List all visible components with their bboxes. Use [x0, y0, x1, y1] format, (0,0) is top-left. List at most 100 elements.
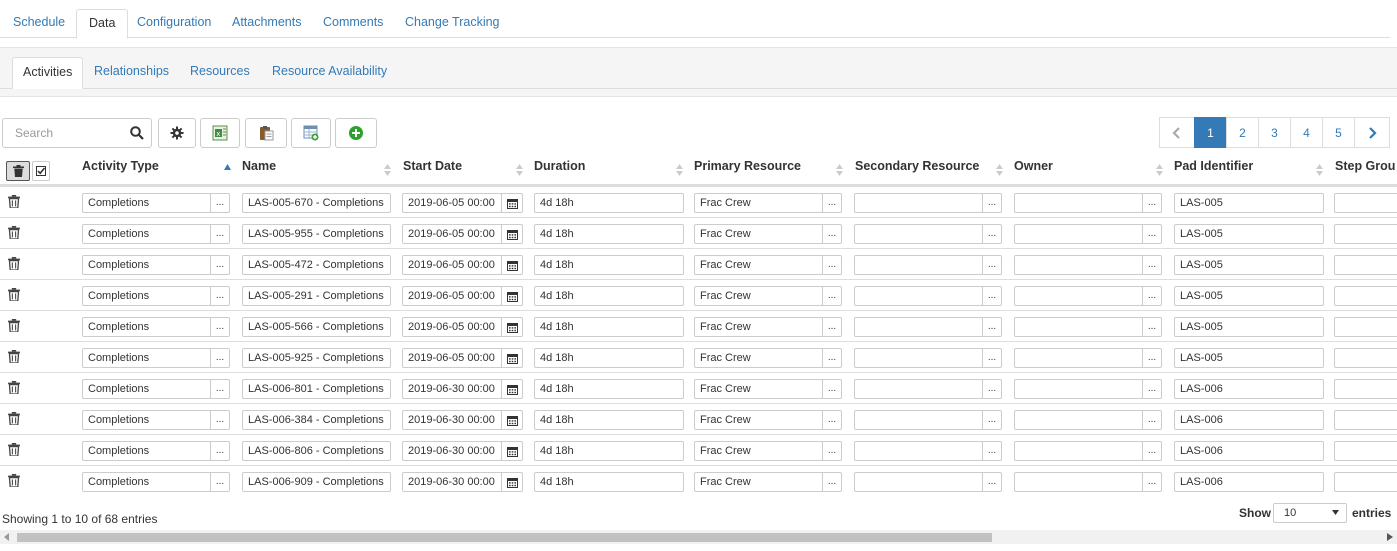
- next-page-button[interactable]: [1354, 117, 1390, 148]
- secondary-resource-field[interactable]: [854, 224, 983, 244]
- page-3-button[interactable]: 3: [1258, 117, 1291, 148]
- activity-type-picker-button[interactable]: ...: [210, 441, 230, 461]
- step-group-field[interactable]: [1334, 224, 1397, 244]
- owner-picker-button[interactable]: ...: [1142, 286, 1162, 306]
- primary-resource-field[interactable]: Frac Crew: [694, 441, 823, 461]
- name-field[interactable]: LAS-005-925 - Completions: [242, 348, 391, 368]
- pad-identifier-field[interactable]: LAS-005: [1174, 224, 1324, 244]
- duration-field[interactable]: 4d 18h: [534, 193, 684, 213]
- trash-icon[interactable]: [8, 226, 20, 239]
- primary-resource-field[interactable]: Frac Crew: [694, 224, 823, 244]
- owner-picker-button[interactable]: ...: [1142, 317, 1162, 337]
- start-date-field[interactable]: 2019-06-30 00:00: [402, 441, 502, 461]
- pad-identifier-field[interactable]: LAS-006: [1174, 379, 1324, 399]
- page-5-button[interactable]: 5: [1322, 117, 1355, 148]
- owner-field[interactable]: [1014, 286, 1143, 306]
- select-all-button[interactable]: [32, 161, 50, 181]
- start-date-field[interactable]: 2019-06-05 00:00: [402, 286, 502, 306]
- trash-icon[interactable]: [8, 257, 20, 270]
- sort-ascending-icon[interactable]: [224, 163, 231, 177]
- tab-activities[interactable]: Activities: [12, 57, 84, 89]
- tab-resource-availability[interactable]: Resource Availability: [262, 57, 397, 88]
- secondary-resource-field[interactable]: [854, 379, 983, 399]
- step-group-field[interactable]: [1334, 472, 1397, 492]
- start-date-field[interactable]: 2019-06-30 00:00: [402, 410, 502, 430]
- trash-icon[interactable]: [8, 288, 20, 301]
- secondary-resource-picker-button[interactable]: ...: [982, 348, 1002, 368]
- pad-identifier-field[interactable]: LAS-005: [1174, 193, 1324, 213]
- owner-field[interactable]: [1014, 410, 1143, 430]
- activity-type-field[interactable]: Completions: [82, 286, 211, 306]
- secondary-resource-field[interactable]: [854, 410, 983, 430]
- column-header-step-group[interactable]: Step Grou: [1335, 159, 1395, 173]
- primary-resource-field[interactable]: Frac Crew: [694, 317, 823, 337]
- duration-field[interactable]: 4d 18h: [534, 255, 684, 275]
- export-excel-button[interactable]: x: [200, 118, 240, 148]
- date-picker-button[interactable]: [501, 348, 523, 368]
- start-date-field[interactable]: 2019-06-05 00:00: [402, 348, 502, 368]
- primary-resource-field[interactable]: Frac Crew: [694, 193, 823, 213]
- column-header-owner[interactable]: Owner: [1014, 159, 1053, 173]
- start-date-field[interactable]: 2019-06-30 00:00: [402, 379, 502, 399]
- start-date-field[interactable]: 2019-06-05 00:00: [402, 224, 502, 244]
- primary-resource-field[interactable]: Frac Crew: [694, 472, 823, 492]
- primary-resource-field[interactable]: Frac Crew: [694, 379, 823, 399]
- duration-field[interactable]: 4d 18h: [534, 317, 684, 337]
- column-header-name[interactable]: Name: [242, 159, 276, 173]
- column-header-activity-type[interactable]: Activity Type: [82, 159, 159, 173]
- activity-type-picker-button[interactable]: ...: [210, 317, 230, 337]
- activity-type-field[interactable]: Completions: [82, 379, 211, 399]
- duration-field[interactable]: 4d 18h: [534, 348, 684, 368]
- secondary-resource-field[interactable]: [854, 472, 983, 492]
- secondary-resource-picker-button[interactable]: ...: [982, 472, 1002, 492]
- sort-icon[interactable]: [676, 163, 683, 177]
- tab-attachments[interactable]: Attachments: [220, 9, 313, 38]
- scroll-left-icon[interactable]: [4, 533, 10, 541]
- activity-type-field[interactable]: Completions: [82, 410, 211, 430]
- owner-field[interactable]: [1014, 193, 1143, 213]
- add-activity-button[interactable]: [335, 118, 377, 148]
- duration-field[interactable]: 4d 18h: [534, 441, 684, 461]
- activity-type-field[interactable]: Completions: [82, 348, 211, 368]
- column-header-secondary-resource[interactable]: Secondary Resource: [855, 159, 979, 173]
- step-group-field[interactable]: [1334, 379, 1397, 399]
- horizontal-scrollbar[interactable]: [0, 530, 1397, 544]
- owner-picker-button[interactable]: ...: [1142, 472, 1162, 492]
- activity-type-picker-button[interactable]: ...: [210, 472, 230, 492]
- primary-resource-field[interactable]: Frac Crew: [694, 348, 823, 368]
- trash-icon[interactable]: [8, 381, 20, 394]
- tab-resources[interactable]: Resources: [180, 57, 260, 88]
- start-date-field[interactable]: 2019-06-05 00:00: [402, 255, 502, 275]
- duration-field[interactable]: 4d 18h: [534, 472, 684, 492]
- sort-icon[interactable]: [384, 163, 391, 177]
- primary-resource-picker-button[interactable]: ...: [822, 410, 842, 430]
- owner-picker-button[interactable]: ...: [1142, 410, 1162, 430]
- settings-button[interactable]: [158, 118, 196, 148]
- add-table-button[interactable]: [291, 118, 331, 148]
- secondary-resource-picker-button[interactable]: ...: [982, 286, 1002, 306]
- start-date-field[interactable]: 2019-06-30 00:00: [402, 472, 502, 492]
- primary-resource-picker-button[interactable]: ...: [822, 255, 842, 275]
- scroll-right-icon[interactable]: [1387, 533, 1393, 541]
- owner-picker-button[interactable]: ...: [1142, 193, 1162, 213]
- step-group-field[interactable]: [1334, 317, 1397, 337]
- date-picker-button[interactable]: [501, 410, 523, 430]
- step-group-field[interactable]: [1334, 193, 1397, 213]
- activity-type-field[interactable]: Completions: [82, 472, 211, 492]
- date-picker-button[interactable]: [501, 441, 523, 461]
- date-picker-button[interactable]: [501, 379, 523, 399]
- date-picker-button[interactable]: [501, 472, 523, 492]
- step-group-field[interactable]: [1334, 348, 1397, 368]
- pad-identifier-field[interactable]: LAS-006: [1174, 441, 1324, 461]
- paste-button[interactable]: [245, 118, 287, 148]
- tab-change-tracking[interactable]: Change Tracking: [393, 9, 512, 38]
- name-field[interactable]: LAS-006-909 - Completions: [242, 472, 391, 492]
- secondary-resource-picker-button[interactable]: ...: [982, 379, 1002, 399]
- owner-field[interactable]: [1014, 472, 1143, 492]
- trash-icon[interactable]: [8, 474, 20, 487]
- step-group-field[interactable]: [1334, 441, 1397, 461]
- activity-type-picker-button[interactable]: ...: [210, 224, 230, 244]
- primary-resource-picker-button[interactable]: ...: [822, 441, 842, 461]
- tab-data[interactable]: Data: [76, 9, 129, 39]
- pad-identifier-field[interactable]: LAS-005: [1174, 317, 1324, 337]
